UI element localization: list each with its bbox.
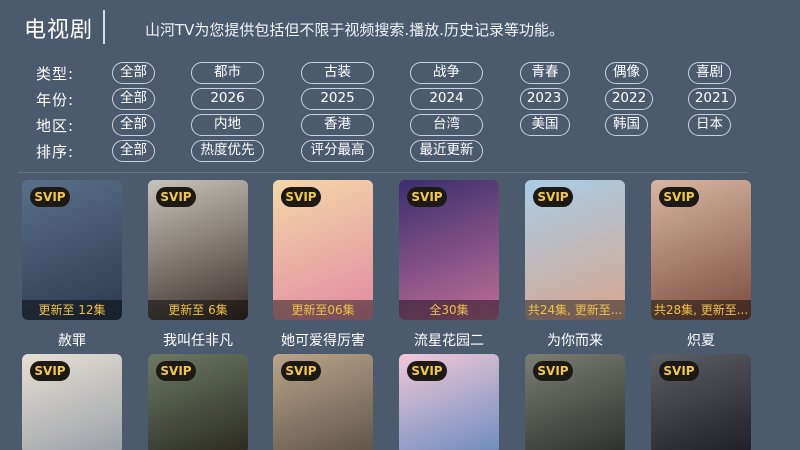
filter-chip[interactable]: 2022 — [605, 88, 653, 110]
filter-row: 类型: 全部 都市 古装 战争 青春 偶像 喜剧 — [0, 62, 800, 84]
filter-chip[interactable]: 评分最高 — [301, 140, 374, 162]
filter-chip[interactable]: 2026 — [191, 88, 264, 110]
poster-title[interactable]: 炽夏 — [636, 330, 766, 350]
filter-chip[interactable]: 全部 — [112, 88, 155, 110]
episode-status: 全30集 — [399, 300, 499, 320]
filter-chip[interactable]: 2025 — [301, 88, 374, 110]
svip-badge: SVIP — [407, 187, 447, 207]
poster-card[interactable]: SVIP 共24集, 更新至... — [525, 180, 625, 320]
poster-card[interactable]: SVIP — [148, 354, 248, 450]
episode-status: 更新至06集 — [273, 300, 373, 320]
filter-chip[interactable]: 青春 — [520, 62, 570, 84]
poster-card[interactable]: SVIP — [273, 354, 373, 450]
filter-chip[interactable]: 日本 — [688, 114, 731, 136]
filter-row: 地区: 全部 内地 香港 台湾 美国 韩国 日本 — [0, 114, 800, 136]
filter-chip[interactable]: 偶像 — [605, 62, 648, 84]
filter-chip[interactable]: 都市 — [191, 62, 264, 84]
svip-badge: SVIP — [281, 187, 321, 207]
poster-card[interactable]: SVIP 共28集, 更新至... — [651, 180, 751, 320]
poster-card[interactable]: SVIP 全30集 — [399, 180, 499, 320]
filter-chip[interactable]: 韩国 — [605, 114, 648, 136]
divider — [18, 172, 748, 173]
svip-badge: SVIP — [659, 361, 699, 381]
filter-chip[interactable]: 香港 — [301, 114, 374, 136]
svip-badge: SVIP — [156, 361, 196, 381]
filter-chip[interactable]: 古装 — [301, 62, 374, 84]
filter-row: 排序: 全部 热度优先 评分最高 最近更新 — [0, 140, 800, 162]
title-divider — [103, 10, 105, 44]
svip-badge: SVIP — [533, 187, 573, 207]
poster-card[interactable]: SVIP 更新至06集 — [273, 180, 373, 320]
svip-badge: SVIP — [281, 361, 321, 381]
svip-badge: SVIP — [407, 361, 447, 381]
filter-chip[interactable]: 战争 — [410, 62, 483, 84]
svip-badge: SVIP — [156, 187, 196, 207]
page-title: 电视剧 — [24, 18, 94, 43]
page-subtitle: 山河TV为您提供包括但不限于视频搜索.播放.历史记录等功能。 — [145, 21, 564, 39]
filter-chip[interactable]: 2023 — [520, 88, 568, 110]
page-header: 电视剧 山河TV为您提供包括但不限于视频搜索.播放.历史记录等功能。 — [0, 0, 800, 56]
episode-status: 更新至 12集 — [22, 300, 122, 320]
poster-title[interactable]: 为你而来 — [510, 330, 640, 350]
filter-label: 年份: — [36, 91, 75, 109]
poster-card[interactable]: SVIP — [651, 354, 751, 450]
filter-label: 类型: — [36, 65, 75, 83]
poster-title[interactable]: 流星花园二 — [384, 330, 514, 350]
episode-status: 更新至 6集 — [148, 300, 248, 320]
poster-card[interactable]: SVIP 更新至 6集 — [148, 180, 248, 320]
episode-status: 共28集, 更新至... — [651, 300, 751, 320]
filter-chip[interactable]: 2024 — [410, 88, 483, 110]
svip-badge: SVIP — [533, 361, 573, 381]
filter-label: 地区: — [36, 117, 75, 135]
filter-chip[interactable]: 全部 — [112, 62, 155, 84]
filter-chip[interactable]: 全部 — [112, 114, 155, 136]
episode-status: 共24集, 更新至... — [525, 300, 625, 320]
filter-chip[interactable]: 内地 — [191, 114, 264, 136]
filter-chip[interactable]: 台湾 — [410, 114, 483, 136]
filter-chip[interactable]: 喜剧 — [688, 62, 731, 84]
svip-badge: SVIP — [30, 187, 70, 207]
filter-row: 年份: 全部 2026 2025 2024 2023 2022 2021 — [0, 88, 800, 110]
poster-card[interactable]: SVIP — [525, 354, 625, 450]
poster-card[interactable]: SVIP 更新至 12集 — [22, 180, 122, 320]
filter-chip[interactable]: 美国 — [520, 114, 570, 136]
filter-chip[interactable]: 最近更新 — [410, 140, 483, 162]
filter-chip[interactable]: 2021 — [688, 88, 736, 110]
poster-title[interactable]: 她可爱得厉害 — [258, 330, 388, 350]
filter-label: 排序: — [36, 143, 75, 161]
filter-chip[interactable]: 全部 — [112, 140, 155, 162]
poster-card[interactable]: SVIP — [399, 354, 499, 450]
poster-title[interactable]: 我叫任非凡 — [133, 330, 263, 350]
svip-badge: SVIP — [659, 187, 699, 207]
poster-card[interactable]: SVIP — [22, 354, 122, 450]
filter-chip[interactable]: 热度优先 — [191, 140, 264, 162]
poster-title[interactable]: 赦罪 — [7, 330, 137, 350]
svip-badge: SVIP — [30, 361, 70, 381]
